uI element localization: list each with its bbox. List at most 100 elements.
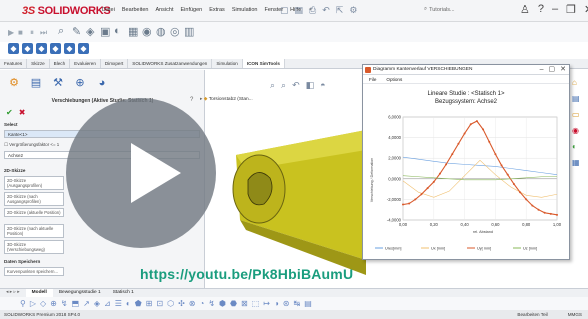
expand-arrow-icon[interactable]: ▸	[200, 97, 202, 102]
select-icon[interactable]: ⇱	[336, 5, 344, 16]
sketch-3d-path-button[interactable]: 3D-Skizze (Verschiebungsweg)	[4, 240, 64, 254]
sketch-initial-button[interactable]: 2D-Skizze (Ausgangsprofilen)	[4, 176, 64, 190]
tool-icon[interactable]: ⌕	[58, 25, 64, 38]
step-icon[interactable]: ⏭	[40, 28, 47, 38]
simulation-tool-icon[interactable]: ⬡	[167, 299, 174, 308]
simulation-tool-icon[interactable]: ✣	[178, 299, 185, 308]
simulation-tool-icon[interactable]: ⊛	[283, 299, 290, 308]
undo-icon[interactable]: ↶	[322, 5, 330, 16]
menu-item-0[interactable]: Datei	[102, 7, 115, 13]
diagram-close-button[interactable]: ✕	[560, 65, 566, 75]
feature-icon[interactable]: ◆	[50, 43, 61, 54]
compare-checkbox-row[interactable]: ☐ Vergrößerungsfaktor <= 1	[4, 142, 59, 148]
tool-icon[interactable]: ✎	[72, 25, 81, 38]
feature-icon[interactable]: ◆	[36, 43, 47, 54]
sketch-after-current-button[interactable]: 2D-Skizze (nach aktuelle Position)	[4, 224, 64, 238]
new-document-icon[interactable]: ▢	[280, 5, 289, 16]
menu-item-3[interactable]: Einfügen	[181, 7, 203, 13]
tab-2[interactable]: Blech	[50, 59, 71, 68]
menu-item-5[interactable]: Simulation	[232, 7, 258, 13]
display-manager-icon[interactable]: ◕	[95, 76, 109, 90]
menu-file[interactable]: File	[369, 75, 376, 83]
tab-4[interactable]: Dimxpert	[101, 59, 129, 68]
user-icon[interactable]: ♙	[520, 3, 530, 16]
diagram-minimize-button[interactable]: –	[540, 65, 544, 75]
resources-icon[interactable]: ⌂	[572, 78, 580, 87]
tab-7[interactable]: ICON SimTools	[242, 59, 285, 68]
sketch-current-button[interactable]: 2D-Skizze (aktuelle Position)	[4, 208, 64, 217]
simulation-tool-icon[interactable]: ⬢	[219, 299, 226, 308]
close-button[interactable]: ✕	[584, 3, 588, 16]
simulation-tool-icon[interactable]: ⚲	[20, 299, 26, 308]
feature-icon[interactable]: ◆	[8, 43, 19, 54]
tab-0[interactable]: Features	[0, 59, 28, 68]
options-icon[interactable]: ⚙	[349, 5, 357, 16]
ok-checkmark-icon[interactable]: ✔	[6, 108, 13, 117]
simulation-tool-icon[interactable]: ⊡	[156, 299, 163, 308]
simulation-tool-icon[interactable]: ⊗	[189, 299, 196, 308]
feature-icon[interactable]: ◆	[78, 43, 89, 54]
simulation-tool-icon[interactable]: ◇	[40, 299, 46, 308]
restore-button[interactable]: ❐	[566, 3, 576, 16]
unit-system-status[interactable]: MMGS	[568, 310, 582, 319]
simulation-tool-icon[interactable]: ↯	[208, 299, 215, 308]
simulation-tool-icon[interactable]: ⬟	[135, 299, 142, 308]
tool-icon[interactable]: ◐	[114, 25, 121, 37]
panel-help-button[interactable]: ?	[190, 97, 193, 103]
play-icon[interactable]: ▶	[8, 28, 14, 37]
save-curve-points-button[interactable]: Kurvenpunkten speichern...	[4, 267, 64, 276]
simulation-tool-icon[interactable]: ▷	[30, 299, 36, 308]
tool-icon[interactable]: ▥	[184, 25, 194, 38]
model-3d-view[interactable]	[206, 70, 366, 288]
simulation-tool-icon[interactable]: ↦	[263, 299, 270, 308]
search-box[interactable]: ⌕ Tutorials...	[424, 6, 455, 13]
sketch-after-initial-button[interactable]: 2D-Skizze (nach Ausgangsprofilen)	[4, 192, 64, 206]
tool-icon[interactable]: ◍	[156, 25, 166, 38]
minimize-button[interactable]: –	[552, 3, 558, 16]
help-button[interactable]: ?	[538, 3, 544, 16]
menu-item-4[interactable]: Extras	[209, 7, 225, 13]
print-icon[interactable]: ⎙	[309, 5, 316, 16]
tool-icon[interactable]: ◈	[86, 25, 94, 38]
simulation-tool-icon[interactable]: ⊞	[146, 299, 153, 308]
simulation-tool-icon[interactable]: ◑	[274, 299, 279, 308]
open-icon[interactable]: ▤	[295, 5, 304, 16]
feature-icon[interactable]: ◆	[22, 43, 33, 54]
tab-6[interactable]: Simulation	[212, 59, 243, 68]
configuration-manager-icon[interactable]: ⚒	[51, 76, 65, 90]
simulation-tool-icon[interactable]: ◐	[126, 299, 131, 308]
menu-item-2[interactable]: Ansicht	[155, 7, 173, 13]
simulation-tool-icon[interactable]: ↗	[83, 299, 90, 308]
simulation-tool-icon[interactable]: ◈	[94, 299, 100, 308]
simulation-tool-icon[interactable]: ⊠	[241, 299, 248, 308]
simulation-tool-icon[interactable]: ⬣	[230, 299, 237, 308]
diagram-maximize-button[interactable]: ▢	[549, 65, 556, 75]
video-url-overlay[interactable]: https://youtu.be/Pk8HbiBAumU	[140, 266, 353, 282]
pause-icon[interactable]: ⏸	[30, 28, 34, 38]
model-tab-0[interactable]: Modell	[25, 289, 53, 297]
simulation-tool-icon[interactable]: ↹	[294, 299, 301, 308]
simulation-tool-icon[interactable]: ⊕	[50, 299, 57, 308]
simulation-tool-icon[interactable]: ⊿	[104, 299, 111, 308]
file-explorer-icon[interactable]: ▭	[572, 110, 580, 119]
dimxpert-icon[interactable]: ⊕	[73, 76, 87, 90]
stop-icon[interactable]: ■	[18, 28, 23, 37]
menu-options[interactable]: Options	[386, 75, 402, 83]
simulation-tool-icon[interactable]: ▤	[304, 299, 312, 308]
property-manager-icon[interactable]: ▤	[29, 76, 43, 90]
cancel-x-icon[interactable]: ✖	[19, 108, 26, 117]
tab-1[interactable]: Skizze	[27, 59, 50, 68]
custom-properties-icon[interactable]: ▦	[572, 158, 580, 167]
simulation-tool-icon[interactable]: ☰	[115, 299, 122, 308]
simulation-tool-icon[interactable]: ⬒	[72, 299, 80, 308]
design-library-icon[interactable]: ▤	[572, 94, 580, 103]
feature-icon[interactable]: ◆	[64, 43, 75, 54]
tool-icon[interactable]: ◎	[170, 25, 180, 38]
tool-icon[interactable]: ▣	[100, 25, 110, 38]
tab-scroll-arrows-icon[interactable]: ◂ ▸ ▹ ▸	[0, 289, 26, 297]
tool-icon[interactable]: ▦	[128, 25, 138, 38]
simulation-tool-icon[interactable]: ⬚	[252, 299, 260, 308]
feature-manager-icon[interactable]: ⚙	[7, 76, 21, 90]
simulation-tool-icon[interactable]: ↯	[61, 299, 68, 308]
model-tab-2[interactable]: Statisch 1	[107, 289, 140, 297]
